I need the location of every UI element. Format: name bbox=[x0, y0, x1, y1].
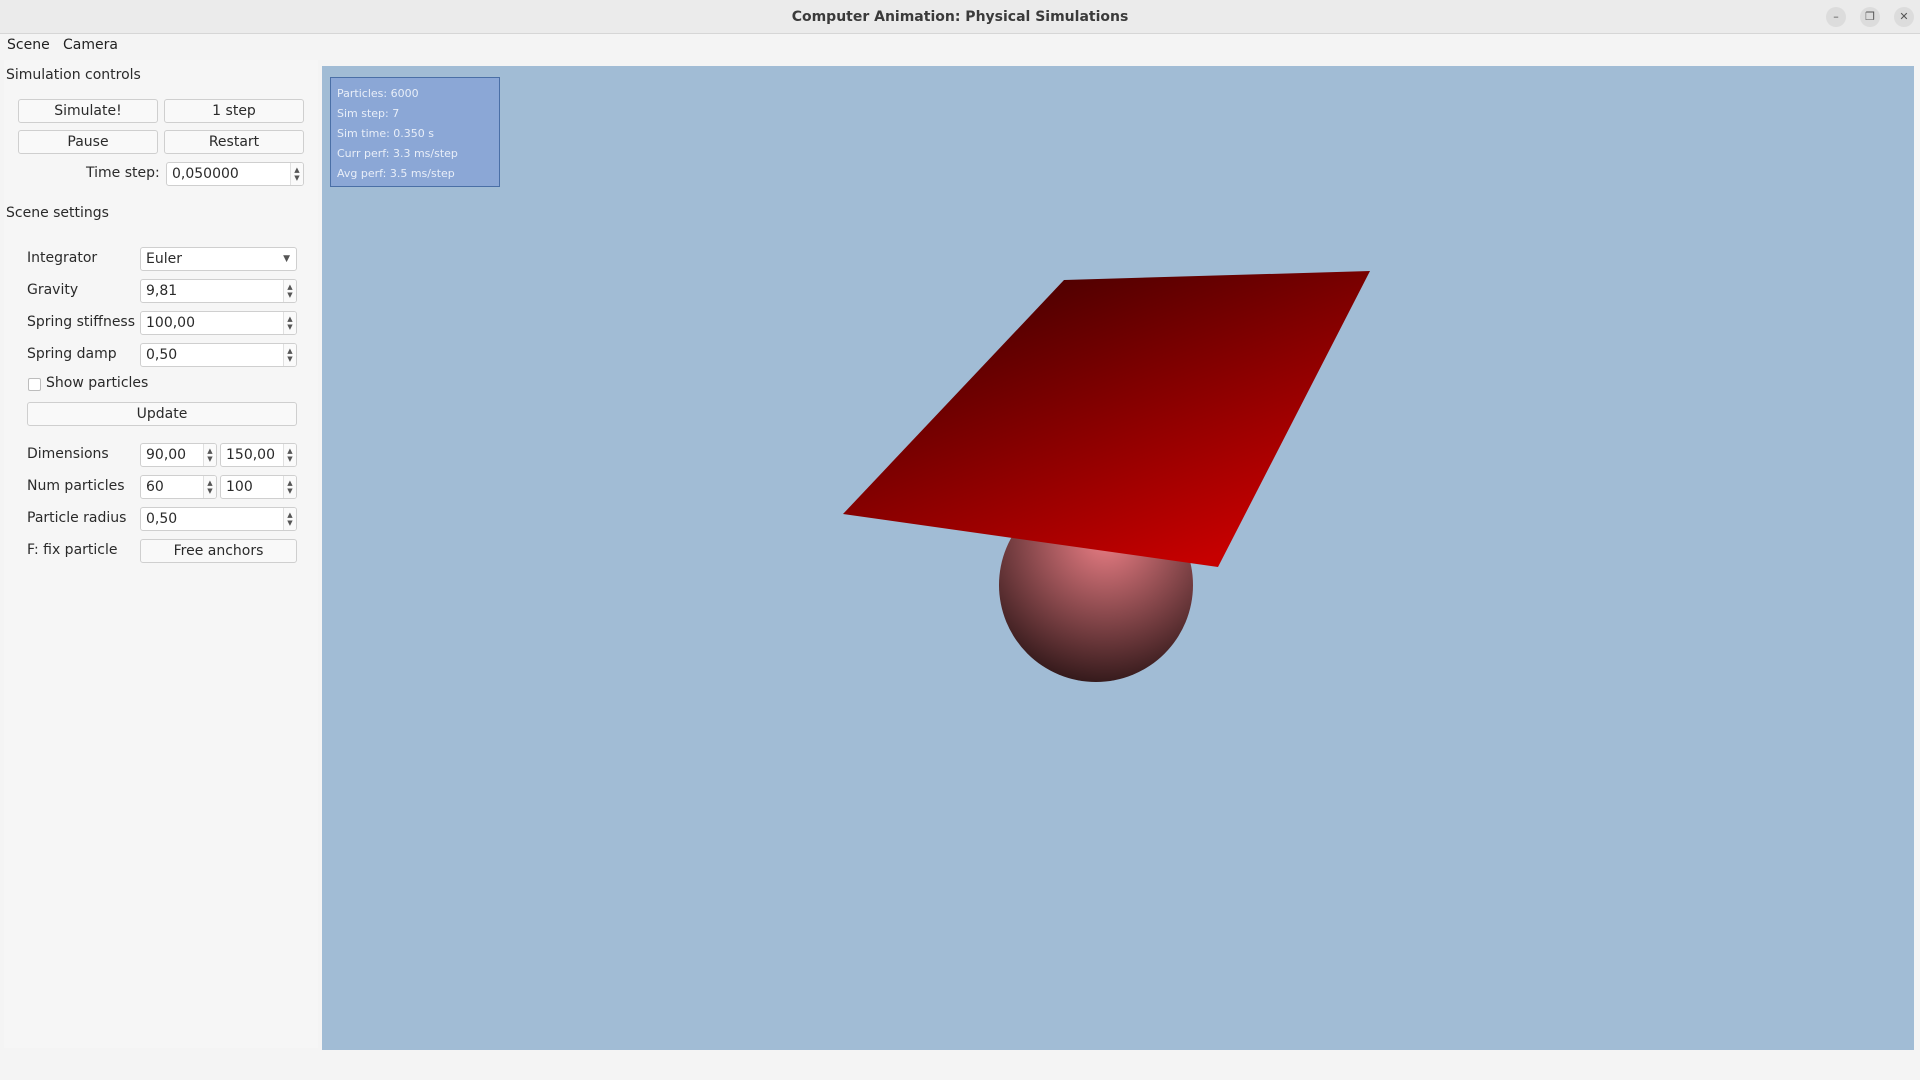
gravity-label: Gravity bbox=[27, 282, 79, 298]
damp-spin-icon[interactable]: ▲ ▼ bbox=[283, 344, 296, 366]
scene-settings-title: Scene settings bbox=[6, 205, 109, 221]
stats-sim-step: Sim step: 7 bbox=[337, 107, 400, 120]
time-step-label: Time step: bbox=[86, 165, 160, 181]
dimensions-x-spin-icon[interactable]: ▲ ▼ bbox=[203, 444, 216, 466]
stats-overlay: Particles: 6000 Sim step: 7 Sim time: 0.… bbox=[330, 77, 500, 187]
dimensions-y-input[interactable]: 150,00 ▲ ▼ bbox=[220, 443, 297, 467]
maximize-icon[interactable]: ❐ bbox=[1860, 7, 1880, 27]
scene-render bbox=[843, 271, 1370, 682]
gravity-value: 9,81 bbox=[146, 283, 178, 299]
stiffness-input[interactable]: 100,00 ▲ ▼ bbox=[140, 311, 297, 335]
simulation-controls-title: Simulation controls bbox=[6, 67, 141, 83]
simulation-viewport[interactable]: Particles: 6000 Sim step: 7 Sim time: 0.… bbox=[322, 66, 1914, 1050]
step-button[interactable]: 1 step bbox=[164, 99, 304, 123]
fix-particle-label: F: fix particle bbox=[27, 542, 118, 558]
stiffness-spin-icon[interactable]: ▲ ▼ bbox=[283, 312, 296, 334]
num-particles-y-spin-icon[interactable]: ▲ ▼ bbox=[283, 476, 296, 498]
stats-curr-perf: Curr perf: 3.3 ms/step bbox=[337, 147, 458, 160]
window-title: Computer Animation: Physical Simulations bbox=[791, 9, 1129, 25]
dimensions-y-value: 150,00 bbox=[226, 447, 275, 463]
num-particles-x-value: 60 bbox=[146, 479, 164, 495]
stiffness-label: Spring stiffness bbox=[27, 314, 136, 330]
stiffness-value: 100,00 bbox=[146, 315, 195, 331]
show-particles-checkbox[interactable] bbox=[28, 378, 41, 391]
time-step-value: 0,050000 bbox=[172, 166, 239, 182]
integrator-select[interactable]: Euler ▼ bbox=[140, 247, 297, 271]
show-particles-label: Show particles bbox=[46, 375, 149, 391]
particle-radius-spin-icon[interactable]: ▲ ▼ bbox=[283, 508, 296, 530]
pause-button[interactable]: Pause bbox=[18, 130, 158, 154]
window-titlebar: Computer Animation: Physical Simulations… bbox=[0, 0, 1920, 34]
stats-sim-time: Sim time: 0.350 s bbox=[337, 127, 435, 140]
num-particles-y-value: 100 bbox=[226, 479, 253, 495]
simulate-button[interactable]: Simulate! bbox=[18, 99, 158, 123]
num-particles-y-input[interactable]: 100 ▲ ▼ bbox=[220, 475, 297, 499]
num-particles-label: Num particles bbox=[27, 478, 125, 494]
damp-value: 0,50 bbox=[146, 347, 178, 363]
cloth-sheet bbox=[843, 271, 1370, 567]
particle-radius-label: Particle radius bbox=[27, 510, 127, 526]
menu-camera[interactable]: Camera bbox=[63, 37, 118, 53]
integrator-value: Euler bbox=[146, 251, 182, 267]
dimensions-x-input[interactable]: 90,00 ▲ ▼ bbox=[140, 443, 217, 467]
damp-input[interactable]: 0,50 ▲ ▼ bbox=[140, 343, 297, 367]
damp-label: Spring damp bbox=[27, 346, 117, 362]
particle-radius-input[interactable]: 0,50 ▲ ▼ bbox=[140, 507, 297, 531]
num-particles-x-input[interactable]: 60 ▲ ▼ bbox=[140, 475, 217, 499]
time-step-spin-icon[interactable]: ▲ ▼ bbox=[290, 163, 303, 185]
gravity-spin-icon[interactable]: ▲ ▼ bbox=[283, 280, 296, 302]
particle-radius-value: 0,50 bbox=[146, 511, 178, 527]
num-particles-x-spin-icon[interactable]: ▲ ▼ bbox=[203, 476, 216, 498]
stats-avg-perf: Avg perf: 3.5 ms/step bbox=[337, 167, 455, 180]
chevron-down-icon: ▼ bbox=[283, 254, 290, 264]
free-anchors-button[interactable]: Free anchors bbox=[140, 539, 297, 563]
restart-button[interactable]: Restart bbox=[164, 130, 304, 154]
menu-bar: Scene Camera bbox=[0, 34, 1920, 58]
dimensions-y-spin-icon[interactable]: ▲ ▼ bbox=[283, 444, 296, 466]
menu-scene[interactable]: Scene bbox=[7, 37, 50, 53]
integrator-label: Integrator bbox=[27, 250, 98, 266]
dimensions-x-value: 90,00 bbox=[146, 447, 187, 463]
stats-particles: Particles: 6000 bbox=[337, 87, 419, 100]
close-icon[interactable]: ✕ bbox=[1894, 7, 1914, 27]
minimize-icon[interactable]: – bbox=[1826, 7, 1846, 27]
update-button[interactable]: Update bbox=[27, 402, 297, 426]
control-panel: Simulation controls Simulate! 1 step Pau… bbox=[4, 60, 318, 1048]
time-step-input[interactable]: 0,050000 ▲ ▼ bbox=[166, 162, 304, 186]
gravity-input[interactable]: 9,81 ▲ ▼ bbox=[140, 279, 297, 303]
dimensions-label: Dimensions bbox=[27, 446, 109, 462]
